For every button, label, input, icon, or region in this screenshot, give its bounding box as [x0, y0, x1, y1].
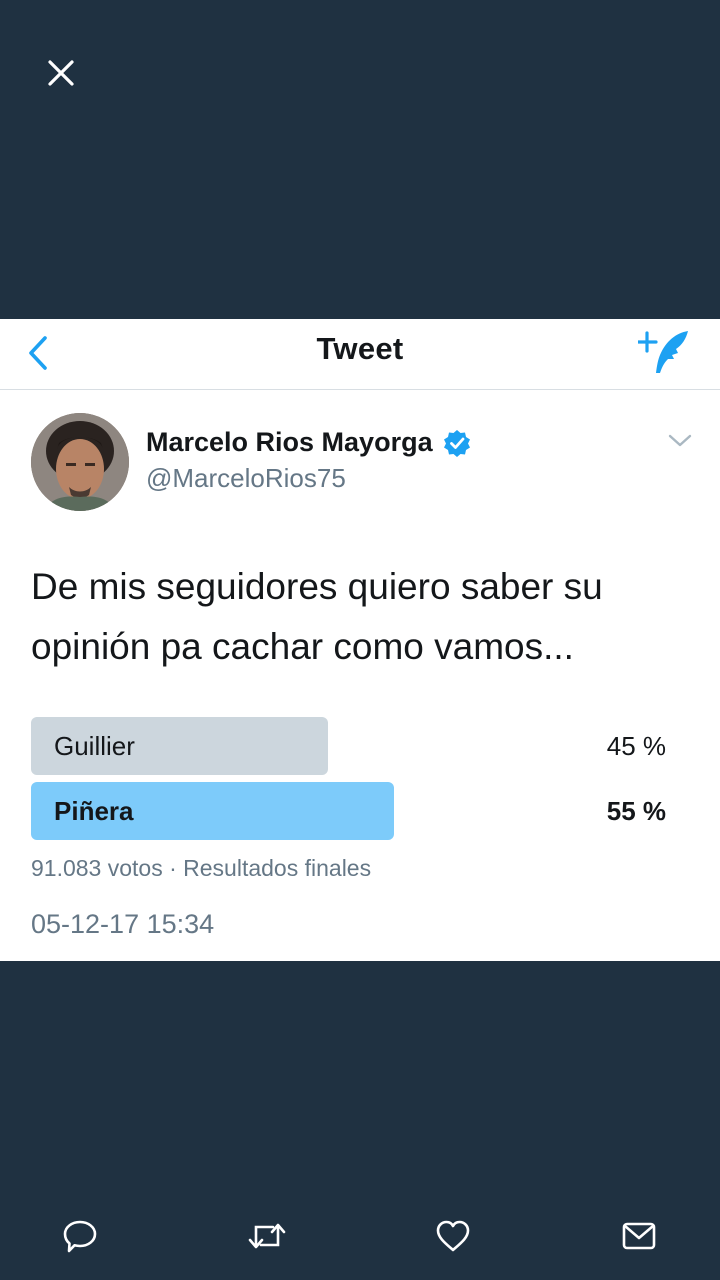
retweet-button[interactable]: [245, 1214, 289, 1258]
poll-option-percent: 45 %: [606, 731, 666, 761]
author-name-text: Marcelo Rios Mayorga: [146, 427, 433, 457]
poll-option-percent: 55 %: [606, 796, 666, 826]
message-icon: [622, 1222, 656, 1250]
chevron-down-icon: [668, 434, 692, 447]
compose-button[interactable]: [636, 327, 694, 379]
poll-results-meta: 91.083 votos · Resultados finales: [31, 855, 372, 881]
author-handle[interactable]: @MarceloRios75: [146, 463, 346, 494]
tweet-options-button[interactable]: [666, 431, 694, 451]
tweet-action-bar: [0, 1200, 720, 1276]
tweet-text: De mis seguidores quiero saber su opinió…: [31, 566, 603, 667]
author-name[interactable]: Marcelo Rios Mayorga: [146, 427, 471, 458]
tweet-timestamp: 05-12-17 15:34: [31, 909, 215, 939]
reply-icon: [63, 1220, 97, 1253]
retweet-icon: [248, 1223, 286, 1249]
like-icon: [436, 1220, 470, 1252]
reply-button[interactable]: [58, 1214, 102, 1258]
page-title: Tweet: [316, 331, 404, 366]
poll-option-pinera: Piñera 55 %: [31, 782, 681, 840]
poll-option-label: Guillier: [54, 731, 135, 761]
avatar-image: [31, 413, 129, 511]
tweet-detail-card: Tweet Marcelo Rios Mayorga @MarceloRios7…: [0, 319, 720, 961]
like-button[interactable]: [431, 1214, 475, 1258]
poll-option-label: Piñera: [54, 796, 134, 826]
compose-icon: [636, 331, 688, 373]
close-button[interactable]: [40, 52, 82, 94]
message-button[interactable]: [617, 1214, 661, 1258]
nav-bar: Tweet: [0, 319, 720, 390]
avatar[interactable]: [31, 413, 129, 511]
close-icon: [48, 60, 74, 86]
verified-badge-icon: [443, 429, 470, 457]
poll-option-guillier: Guillier 45 %: [31, 717, 681, 775]
